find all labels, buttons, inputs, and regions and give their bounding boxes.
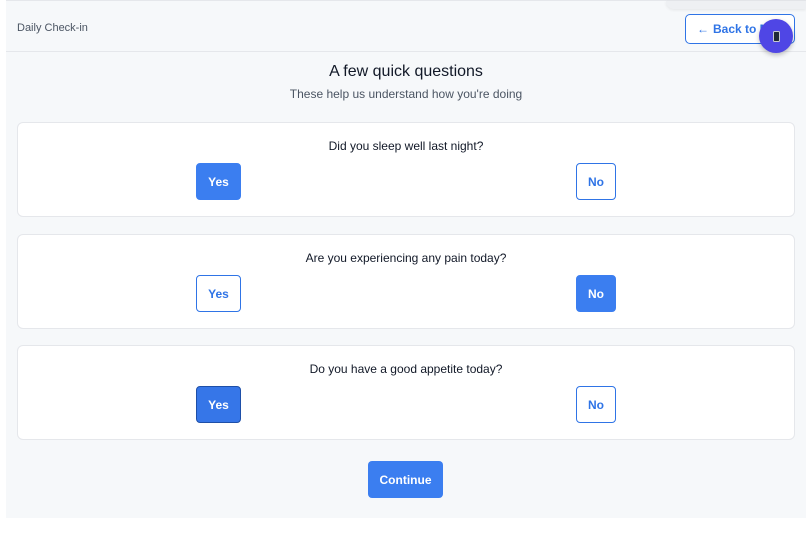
check-in-app: Daily Check-in ← Back to M A few quick q… (6, 0, 806, 518)
page-header: Daily Check-in ← Back to M (6, 6, 806, 52)
floating-action-button[interactable] (759, 19, 793, 53)
no-button[interactable]: No (576, 386, 616, 423)
page-subtitle: These help us understand how you're doin… (289, 87, 523, 101)
yes-button[interactable]: Yes (196, 275, 241, 312)
header-title: Daily Check-in (17, 22, 88, 34)
question-card-pain: Are you experiencing any pain today? Yes… (17, 234, 795, 329)
no-button[interactable]: No (576, 163, 616, 200)
continue-button[interactable]: Continue (368, 461, 443, 498)
question-card-appetite: Do you have a good appetite today? Yes N… (17, 345, 795, 440)
no-button[interactable]: No (576, 275, 616, 312)
phone-icon (772, 30, 780, 42)
question-card-sleep: Did you sleep well last night? Yes No (17, 122, 795, 217)
question-text: Are you experiencing any pain today? (305, 251, 507, 265)
yes-button[interactable]: Yes (196, 163, 241, 200)
yes-button[interactable]: Yes (196, 386, 241, 423)
page-title: A few quick questions (329, 63, 483, 80)
question-text: Do you have a good appetite today? (309, 362, 503, 376)
question-text: Did you sleep well last night? (328, 139, 484, 153)
arrow-left-icon: ← (697, 22, 709, 36)
